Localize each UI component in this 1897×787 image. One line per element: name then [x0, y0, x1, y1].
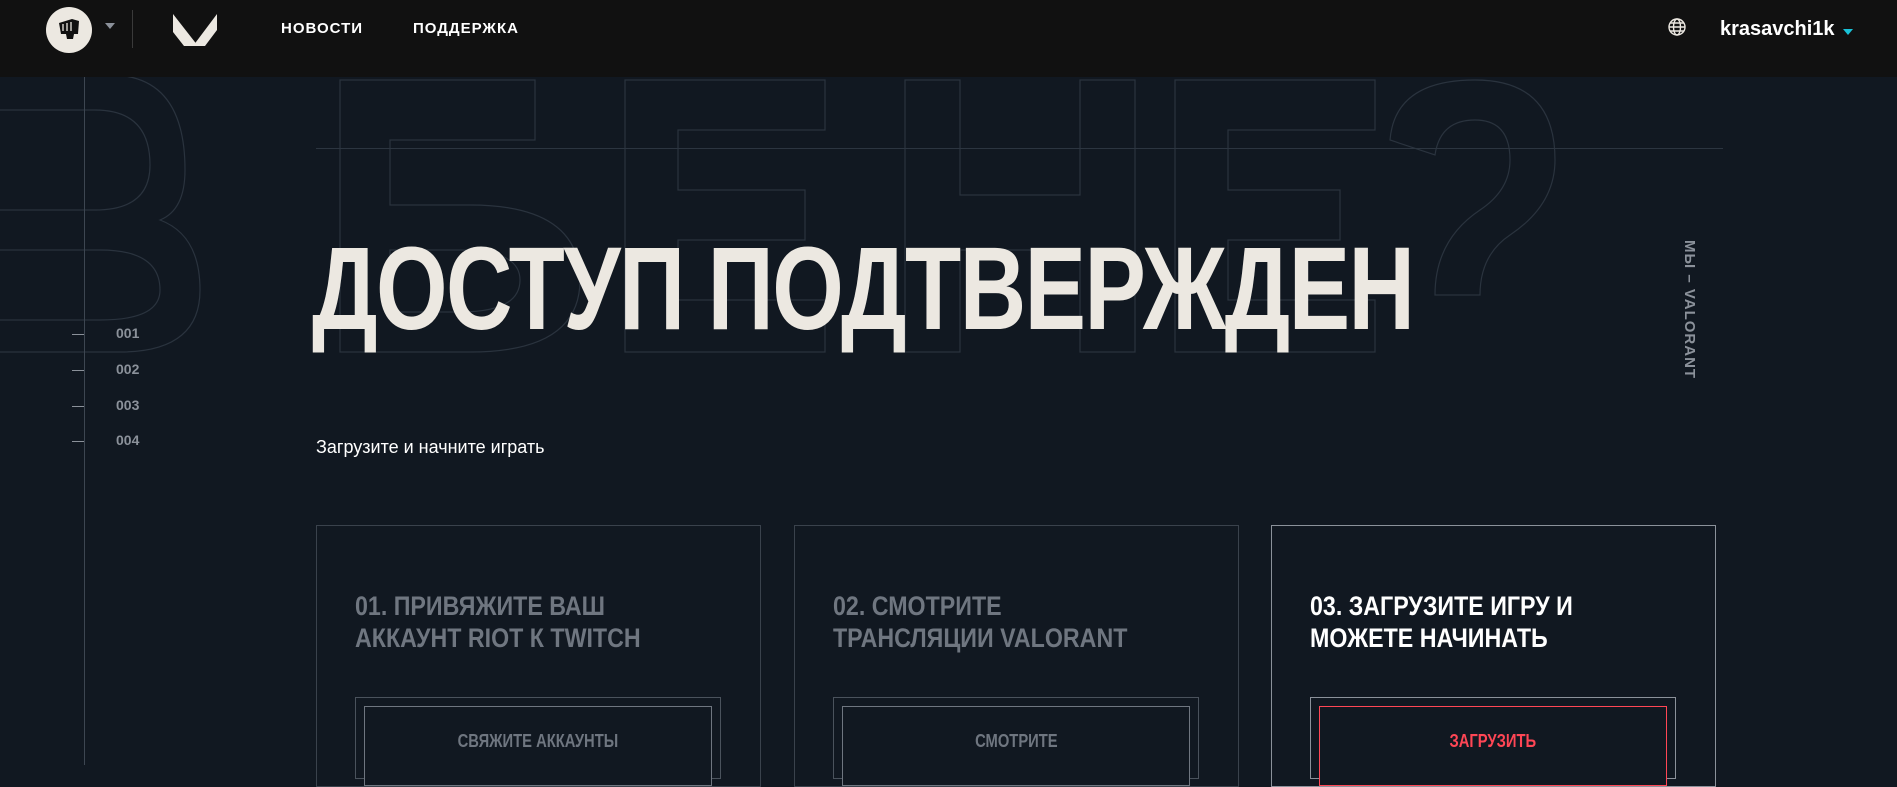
step-card-link-accounts: 01. ПРИВЯЖИТЕ ВАШ АККАУНТ RIOT К TWITCH … [316, 525, 761, 787]
header-divider [132, 10, 133, 48]
index-number: 002 [116, 361, 140, 377]
step-card-title: 02. СМОТРИТЕ ТРАНСЛЯЦИИ VALORANT [833, 591, 1128, 653]
user-chevron-down-icon[interactable] [1842, 28, 1854, 36]
index-number: 004 [116, 432, 140, 448]
step-card-title: 03. ЗАГРУЗИТЕ ИГРУ И МОЖЕТЕ НАЧИНАТЬ [1310, 591, 1573, 653]
step-button-frame: СМОТРИТЕ [833, 697, 1199, 786]
watch-button[interactable]: СМОТРИТЕ [842, 706, 1190, 786]
button-label: СВЯЖИТЕ АККАУНТЫ [457, 731, 619, 751]
globe-icon[interactable] [1667, 17, 1687, 37]
riot-fist-icon [59, 19, 79, 39]
button-label: СМОТРИТЕ [974, 731, 1058, 751]
sidebar-vertical-line [84, 77, 85, 765]
index-number: 003 [116, 397, 140, 413]
step-card-watch-streams: 02. СМОТРИТЕ ТРАНСЛЯЦИИ VALORANT СМОТРИТ… [794, 525, 1239, 787]
valorant-logo-icon[interactable] [172, 12, 218, 48]
chevron-down-icon[interactable] [104, 22, 116, 30]
username-menu[interactable]: krasavchi1k [1720, 18, 1835, 41]
button-label: ЗАГРУЗИТЬ [1449, 731, 1537, 751]
riot-logo-icon[interactable] [46, 7, 92, 53]
step-button-frame: СВЯЖИТЕ АККАУНТЫ [355, 697, 721, 786]
decor-horizontal-line [316, 148, 1723, 149]
top-navigation-bar: НОВОСТИ ПОДДЕРЖКА krasavchi1k [0, 0, 1897, 77]
index-tick [72, 406, 84, 407]
step-card-download: 03. ЗАГРУЗИТЕ ИГРУ И МОЖЕТЕ НАЧИНАТЬ ЗАГ… [1271, 525, 1716, 787]
index-tick [72, 334, 84, 335]
step-button-frame: ЗАГРУЗИТЬ [1310, 697, 1676, 786]
link-accounts-button[interactable]: СВЯЖИТЕ АККАУНТЫ [364, 706, 712, 786]
step-card-title: 01. ПРИВЯЖИТЕ ВАШ АККАУНТ RIOT К TWITCH [355, 591, 641, 653]
page-subtitle: Загрузите и начните играть [316, 437, 545, 457]
index-tick [72, 441, 84, 442]
nav-link-news[interactable]: НОВОСТИ [281, 20, 363, 37]
side-vertical-label: МЫ – VALORANT [1681, 240, 1698, 380]
page-title: ДОСТУП ПОДТВЕРЖДЕН [312, 223, 1415, 355]
index-number: 001 [116, 325, 140, 341]
index-tick [72, 370, 84, 371]
download-button[interactable]: ЗАГРУЗИТЬ [1319, 706, 1667, 786]
nav-link-support[interactable]: ПОДДЕРЖКА [413, 20, 519, 37]
